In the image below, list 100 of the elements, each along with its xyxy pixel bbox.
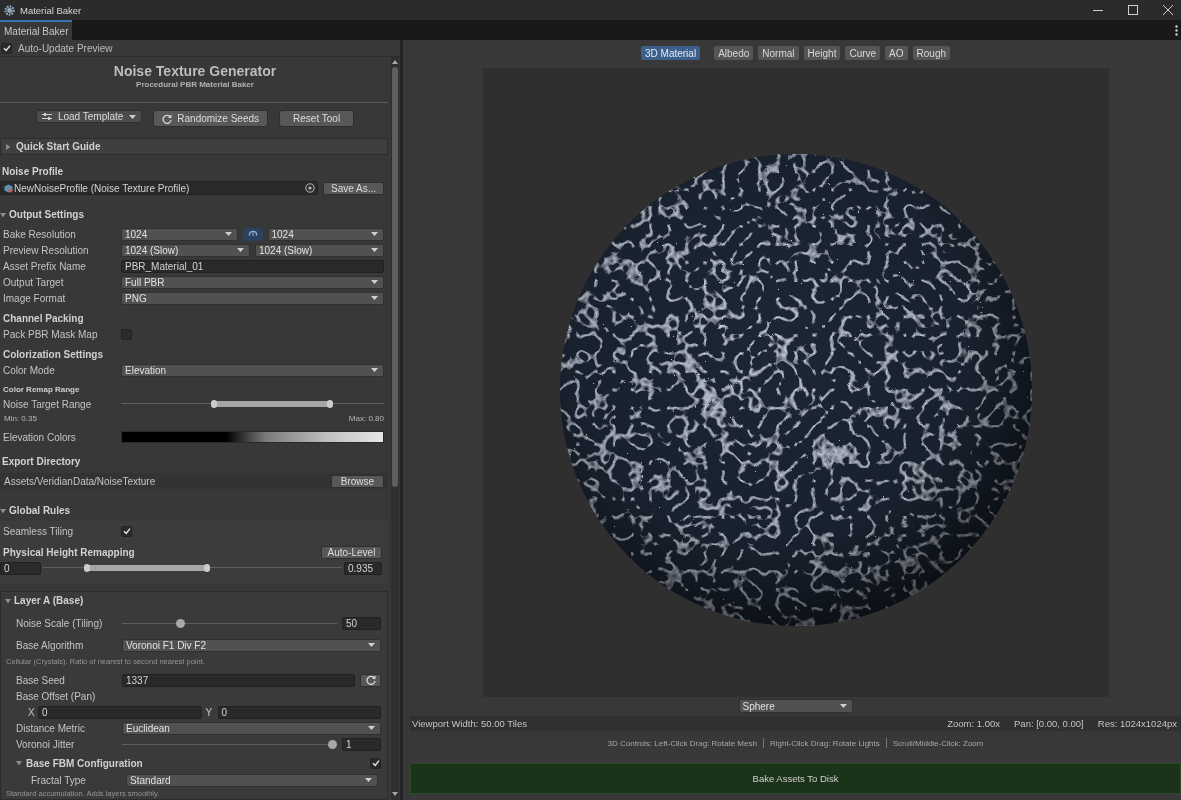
dropdown[interactable]: Euclidean xyxy=(122,721,381,735)
axis-label: X xyxy=(28,706,36,718)
field-label: Base Seed xyxy=(15,674,66,686)
path-text: Assets/VeridianData/NoiseTexture xyxy=(4,475,156,487)
section-foldout[interactable]: Layer A (Base) xyxy=(1,593,387,609)
caret-icon xyxy=(371,248,378,252)
preview-tab[interactable]: Height xyxy=(803,46,841,60)
caret-icon xyxy=(224,232,232,236)
hint-text: 3D Controls: Left-Click Drag: Rotate Mesh xyxy=(607,738,757,748)
axis-label: Y xyxy=(205,706,214,718)
mesh-dropdown[interactable]: Sphere xyxy=(738,699,853,713)
field-label: Color Mode xyxy=(3,364,56,376)
field-label: Base Algorithm xyxy=(15,639,85,651)
maximize-icon[interactable] xyxy=(1128,5,1138,15)
field-label: Noise Scale (Tiling) xyxy=(15,617,104,629)
hint-text: Scroll/Middle-Click: Zoom xyxy=(892,738,984,748)
gear-icon xyxy=(4,4,15,16)
dropdown[interactable]: 1024 (Slow) xyxy=(255,243,384,257)
range-slider-track[interactable] xyxy=(43,564,342,572)
checkbox[interactable] xyxy=(121,525,132,537)
preview-tab[interactable]: Curve xyxy=(845,46,881,60)
editor-tab[interactable]: Material Baker xyxy=(0,20,73,40)
caret-icon xyxy=(237,248,244,252)
field-label: Pack PBR Mask Map xyxy=(3,328,99,340)
checkmark-icon xyxy=(2,44,11,52)
more-options-icon[interactable] xyxy=(1175,24,1178,36)
foldout-bar[interactable]: Quick Start Guide xyxy=(0,138,388,155)
save-as-button[interactable]: Save As... xyxy=(323,181,384,195)
checkbox[interactable] xyxy=(1,42,12,54)
number-field[interactable]: 1337 xyxy=(122,673,355,687)
number-field[interactable]: 0 xyxy=(217,705,381,719)
field-label: Output Target xyxy=(3,276,65,288)
gradient-field[interactable] xyxy=(121,431,384,443)
preview-tab[interactable]: 3D Material xyxy=(641,46,701,60)
template-menu-button[interactable]: Load Template xyxy=(35,110,143,123)
status-text: Viewport Width: 50.00 Tiles xyxy=(412,718,527,729)
scrollbar-thumb[interactable] xyxy=(392,67,398,487)
number-field[interactable]: 1 xyxy=(342,737,381,751)
number-field[interactable]: 0.935 xyxy=(344,561,382,575)
dropdown[interactable]: PNG xyxy=(121,291,384,305)
link-icon[interactable] xyxy=(242,227,263,241)
reset-button[interactable]: Reset Tool xyxy=(279,110,355,127)
profile-icon xyxy=(4,183,13,193)
window-title: Material Baker xyxy=(20,4,82,16)
dropdown[interactable]: Elevation xyxy=(121,363,384,377)
slider-thumb[interactable] xyxy=(328,739,337,749)
scrollbar[interactable] xyxy=(391,57,399,800)
refresh-icon xyxy=(162,113,173,124)
caret-icon xyxy=(371,232,378,236)
range-handle[interactable] xyxy=(326,400,333,408)
scroll-up-icon[interactable] xyxy=(392,60,398,64)
subsection-heading: Colorization Settings xyxy=(3,348,103,360)
preview-tab[interactable]: Normal xyxy=(758,46,799,60)
viewport-panel[interactable] xyxy=(482,68,1109,697)
caret-icon xyxy=(371,368,378,372)
auto-level-button[interactable]: Auto-Level xyxy=(321,545,382,559)
status-text: Res: 1024x1024px xyxy=(1097,718,1177,729)
range-handle[interactable] xyxy=(210,400,217,408)
dropdown[interactable]: 1024 xyxy=(121,227,238,241)
field-label: Bake Resolution xyxy=(3,228,77,240)
preview-tab[interactable]: Albedo xyxy=(714,46,754,60)
dropdown[interactable]: 1024 (Slow) xyxy=(121,243,250,257)
refresh-icon xyxy=(365,675,376,685)
field-label: Base Offset (Pan) xyxy=(15,690,97,702)
slider-thumb[interactable] xyxy=(175,618,185,628)
caret-icon xyxy=(365,778,372,782)
target-icon[interactable] xyxy=(305,183,315,193)
number-field[interactable]: 0 xyxy=(38,705,202,719)
subsection-foldout[interactable]: Base FBM Configuration xyxy=(16,757,143,769)
object-field[interactable]: NewNoiseProfile (Noise Texture Profile) xyxy=(0,181,318,195)
checkbox[interactable] xyxy=(370,757,381,769)
section-foldout[interactable]: Global Rules xyxy=(0,503,390,519)
range-handle[interactable] xyxy=(84,564,90,572)
subsection-heading: Channel Packing xyxy=(3,312,84,324)
section-heading: Export Directory xyxy=(1,455,82,469)
checkbox-label: Auto-Update Preview xyxy=(18,42,113,54)
number-field[interactable]: 0 xyxy=(0,561,41,575)
refresh-button[interactable] xyxy=(360,673,381,687)
panel-title: Noise Texture Generator xyxy=(112,63,278,79)
group-caption: Color Remap Range xyxy=(3,384,80,394)
text-field[interactable]: PBR_Material_01 xyxy=(121,259,384,273)
panel-subtitle: Procedural PBR Material Baker xyxy=(135,79,255,91)
section-foldout[interactable]: Output Settings xyxy=(0,207,390,223)
caret-icon xyxy=(129,114,137,119)
range-handle[interactable] xyxy=(204,564,211,572)
preview-tab[interactable]: Rough xyxy=(912,46,950,60)
caret-icon xyxy=(839,704,847,708)
browse-button[interactable]: Browse xyxy=(331,474,384,488)
section-heading: Noise Profile xyxy=(1,165,65,179)
scroll-down-icon[interactable] xyxy=(392,792,398,796)
field-label: Preview Resolution xyxy=(3,244,90,256)
dropdown[interactable]: Standard xyxy=(126,773,378,787)
dropdown[interactable]: 1024 xyxy=(267,227,384,241)
dropdown[interactable]: Voronoi F1 Div F2 xyxy=(122,638,381,652)
randomize-button[interactable]: Randomize Seeds xyxy=(153,110,269,127)
bake-button[interactable]: Bake Assets To Disk xyxy=(410,763,1181,794)
close-icon[interactable] xyxy=(1163,5,1173,15)
dropdown[interactable]: Full PBR xyxy=(121,275,384,289)
number-field[interactable]: 50 xyxy=(342,616,381,630)
preview-tab[interactable]: AO xyxy=(885,46,908,60)
